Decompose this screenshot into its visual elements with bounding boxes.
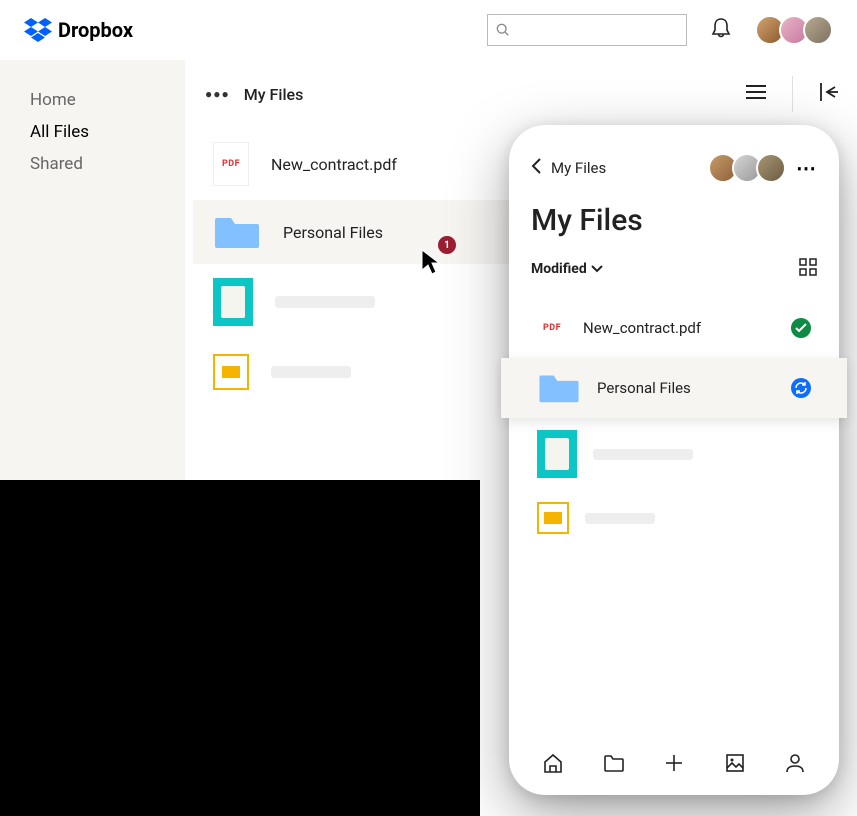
nav-account-icon[interactable] [781, 749, 809, 777]
mobile-bottom-nav [531, 737, 817, 777]
mobile-title: My Files [531, 203, 817, 238]
chevron-down-icon [591, 265, 603, 273]
file-name: New_contract.pdf [583, 319, 775, 337]
dropbox-logo[interactable]: Dropbox [24, 18, 133, 42]
synced-icon [791, 318, 811, 338]
mobile-file-row[interactable]: Personal Files [501, 358, 847, 418]
collapse-panel-icon[interactable] [813, 77, 845, 111]
mobile-file-list: PDF New_contract.pdf Personal Files [531, 298, 817, 737]
nav-add-icon[interactable] [660, 749, 688, 777]
back-icon[interactable] [531, 158, 541, 178]
pdf-icon: PDF [213, 142, 249, 186]
dropbox-icon [24, 18, 52, 42]
mobile-mockup: My Files ⋯ My Files Modified PDF [509, 125, 839, 795]
mobile-avatar-group[interactable] [708, 153, 786, 183]
menu-icon[interactable] [740, 78, 772, 110]
breadcrumb[interactable]: My Files [244, 85, 304, 104]
nav-files-icon[interactable] [600, 749, 628, 777]
app-name: Dropbox [58, 18, 133, 42]
sidebar: Home All Files Shared [0, 60, 185, 480]
image-thumbnail [537, 430, 577, 478]
mobile-file-row[interactable] [531, 418, 817, 490]
nav-home-icon[interactable] [539, 749, 567, 777]
file-name-placeholder [585, 513, 655, 524]
syncing-icon [791, 378, 811, 398]
file-name-placeholder [271, 366, 351, 378]
mobile-header: My Files ⋯ [531, 153, 817, 183]
file-name: Personal Files [283, 223, 383, 242]
file-name: Personal Files [597, 379, 775, 397]
folder-icon [537, 372, 581, 404]
file-name-placeholder [593, 449, 693, 460]
header: Dropbox [0, 0, 857, 60]
mobile-file-row[interactable]: PDF New_contract.pdf [531, 298, 817, 358]
sidebar-item-shared[interactable]: Shared [30, 154, 185, 174]
folder-icon [213, 214, 261, 250]
search-icon [496, 23, 510, 37]
sort-dropdown[interactable]: Modified [531, 261, 603, 277]
slides-icon [213, 354, 249, 390]
avatar [756, 153, 786, 183]
search-input[interactable] [487, 14, 687, 46]
more-icon[interactable]: ●●● [205, 87, 230, 101]
sidebar-item-all-files[interactable]: All Files [30, 122, 185, 142]
black-background [0, 480, 480, 816]
sidebar-item-home[interactable]: Home [30, 90, 185, 110]
avatar [803, 15, 833, 45]
image-thumbnail [213, 278, 253, 326]
more-icon[interactable]: ⋯ [796, 156, 817, 180]
header-avatar-group[interactable] [755, 15, 833, 45]
grid-view-icon[interactable] [799, 258, 817, 280]
file-name: New_contract.pdf [271, 155, 397, 174]
notification-bell-icon[interactable] [711, 17, 731, 43]
content-header: ●●● My Files [185, 76, 857, 128]
mobile-breadcrumb[interactable]: My Files [551, 159, 606, 177]
nav-photos-icon[interactable] [721, 749, 749, 777]
mobile-file-row[interactable] [531, 490, 817, 546]
file-name-placeholder [275, 296, 375, 308]
divider [792, 76, 793, 112]
slides-icon [537, 502, 569, 534]
mobile-subheader: Modified [531, 258, 817, 280]
pdf-icon: PDF [537, 310, 567, 346]
